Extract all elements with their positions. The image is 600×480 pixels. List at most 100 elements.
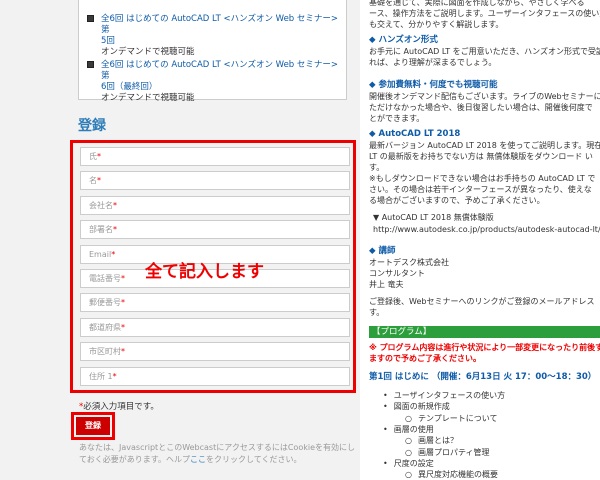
required-note-text: 必須入力項目です。 xyxy=(83,402,159,412)
session-6-title[interactable]: 全6回 はじめての AutoCAD LT <ハンズオン Web セミナー> 第 xyxy=(101,60,342,82)
fill-all-annotation: 全て記入します xyxy=(145,262,264,282)
required-marker: * xyxy=(113,225,117,235)
free-line-1: 開催後オンデマンド配信もございます。ライブのWebセミナーに xyxy=(369,92,600,101)
field-placeholder: 住所 1 xyxy=(89,371,113,381)
intro-line-3: も交えて、分かりやすく解説します。 xyxy=(369,20,504,29)
after-line-1: ご登録後、Webセミナーへのリンクがご登録のメールアドレス xyxy=(369,297,595,306)
form-field-3[interactable]: 会社名* xyxy=(80,195,350,215)
bullet-icon: • xyxy=(383,402,388,412)
cookie-note-text-a: ておく必要があります。ヘルプ xyxy=(79,455,190,464)
session-5-title-cont[interactable]: 5回 xyxy=(101,36,342,47)
program-item-text: 異尺度対応機能の概要 xyxy=(417,470,498,480)
field-placeholder: 郵便番号 xyxy=(89,298,121,308)
bullet-icon: ○ xyxy=(405,447,412,457)
bullet-icon: ○ xyxy=(405,470,412,480)
form-field-10[interactable]: 住所 1* xyxy=(80,366,350,386)
session-5-availability: オンデマンドで視聴可能 xyxy=(101,47,195,57)
form-field-2[interactable]: 名* xyxy=(80,171,350,191)
program-item-text: 画層プロパティ管理 xyxy=(417,447,490,457)
program-item: • ユーザインタフェースの使い方 xyxy=(383,390,505,401)
submit-button[interactable]: 登録 xyxy=(76,417,110,435)
bullet-icon: • xyxy=(383,391,388,400)
bullet-icon: • xyxy=(383,458,388,468)
form-field-8[interactable]: 都道府県* xyxy=(80,317,350,337)
handson-heading: ◆ ハンズオン形式 xyxy=(369,35,438,45)
program-item-text: 図面の新規作成 xyxy=(393,402,450,412)
session-item-6: 全6回 はじめての AutoCAD LT <ハンズオン Web セミナー> 第 … xyxy=(87,60,342,104)
bullet-icon: ○ xyxy=(405,436,412,446)
cookie-note-text-b: をクリックしてください。 xyxy=(205,455,302,464)
required-marker: * xyxy=(121,322,125,332)
help-link[interactable]: ここ xyxy=(190,455,206,464)
required-marker: * xyxy=(121,298,125,308)
form-field-9[interactable]: 市区町村* xyxy=(80,342,350,362)
seminar-info: 基礎を通じて、実際に図面を作成しながら、やさしく学べる ース、操作方法をご説明し… xyxy=(369,0,600,480)
program-item-text: 画層とは？ xyxy=(417,436,458,446)
program-item: ○ 画層とは？ xyxy=(405,435,458,446)
intro-line-2: ース、操作方法をご説明します。ユーザーインタフェースの使い方や用 xyxy=(369,9,600,18)
handson-line-1: お手元に AutoCAD LT をご用意いただき、ハンズオン形式で受講 xyxy=(369,47,600,56)
session-6-checkbox[interactable] xyxy=(87,61,94,68)
field-placeholder: 電話番号 xyxy=(89,274,121,283)
required-marker: * xyxy=(111,249,116,259)
program-item: • 図面の新規作成 xyxy=(383,401,450,412)
session-item-5: 全6回 はじめての AutoCAD LT <ハンズオン Web セミナー> 第 … xyxy=(87,14,342,58)
after-line-2: す。 xyxy=(369,308,385,317)
lecturer-name: 井上 竜夫 xyxy=(369,280,404,289)
required-note: *必須入力項目です。 xyxy=(79,400,159,412)
intro-line-1: 基礎を通じて、実際に図面を作成しながら、やさしく学べる xyxy=(369,0,585,7)
field-placeholder: 会社名 xyxy=(89,200,113,210)
cookie-note: あなたは、JavascriptとこのWebcastにアクセスするにはCookie… xyxy=(79,442,359,466)
field-placeholder: Email xyxy=(89,249,112,259)
registration-title: 登録 xyxy=(78,118,106,134)
program-item: ○ 画層プロパティ管理 xyxy=(405,447,490,458)
bullet-icon: • xyxy=(383,424,388,434)
lt-line-4: ※もしダウンロードできない場合はお手持ちの AutoCAD LT で xyxy=(369,174,596,183)
field-placeholder: 部署名 xyxy=(89,225,113,235)
form-field-4[interactable]: 部署名* xyxy=(80,220,350,240)
required-marker: * xyxy=(97,176,101,186)
form-field-1[interactable]: 氏* xyxy=(80,147,350,166)
program-warning-2: ますので予めご了承ください。 xyxy=(369,354,481,363)
required-marker: * xyxy=(113,200,117,210)
lt-line-5: さい。その場合は若干インターフェースが異なったり、使えな xyxy=(369,185,592,194)
session-list: 全6回 はじめての AutoCAD LT <ハンズオン Web セミナー> 第 … xyxy=(78,0,347,103)
program-item: ○ 異尺度対応機能の概要 xyxy=(405,469,498,480)
bullet-icon: ○ xyxy=(405,413,412,423)
required-marker: * xyxy=(97,152,101,161)
program-item: • 尺度の設定 xyxy=(383,458,434,469)
program-bar: 【プログラム】 xyxy=(369,326,600,338)
field-placeholder: 市区町村 xyxy=(89,347,121,357)
session-5-checkbox[interactable] xyxy=(87,15,94,22)
cookie-note-line-2: ておく必要があります。ヘルプここをクリックしてください。 xyxy=(79,454,359,466)
trial-label: ▼ AutoCAD LT 2018 無償体験版 xyxy=(373,213,494,222)
lt-heading: ◆ AutoCAD LT 2018 xyxy=(369,129,461,139)
lecturer-heading: ◆ 講師 xyxy=(369,246,396,256)
lt-line-6: る場合がございますので、予めご了承ください。 xyxy=(369,196,545,205)
lt-line-2: LT の最新版をお持ちでない方は 無償体験版をダウンロード い xyxy=(369,152,593,161)
session-6-availability: オンデマンドで視聴可能 xyxy=(101,93,195,103)
program-item-text: 画層の使用 xyxy=(393,424,434,434)
program-item-text: 尺度の設定 xyxy=(393,458,434,468)
lecturer-role: コンサルタント xyxy=(369,269,425,278)
handson-line-2: れば、より理解が深まるでしょう。 xyxy=(369,58,497,67)
lt-line-3: す。 xyxy=(369,163,385,172)
required-marker: * xyxy=(121,274,125,283)
field-placeholder: 名 xyxy=(89,176,97,186)
program-item: • 画層の使用 xyxy=(383,424,434,435)
program-warning-1: ※ プログラム内容は進行や状況により一部変更になったり前後する xyxy=(369,343,600,352)
free-line-3: とができます。 xyxy=(369,114,425,123)
program-item-text: ユーザインタフェースの使い方 xyxy=(393,391,506,400)
required-marker: * xyxy=(121,347,125,357)
cookie-note-line-1: あなたは、JavascriptとこのWebcastにアクセスするにはCookie… xyxy=(79,443,355,452)
session-6-title-cont[interactable]: 6回（最終回） xyxy=(101,82,342,93)
form-field-7[interactable]: 郵便番号* xyxy=(80,293,350,313)
free-heading: ◆ 参加費無料・何度でも視聴可能 xyxy=(369,80,498,90)
free-line-2: ただけなかった場合や、後日復習したい場合は、開催後何度で xyxy=(369,103,593,112)
session-5-title[interactable]: 全6回 はじめての AutoCAD LT <ハンズオン Web セミナー> 第 xyxy=(101,14,342,36)
program-item-text: テンプレートについて xyxy=(417,413,498,423)
field-placeholder: 都道府県 xyxy=(89,322,121,332)
session-1-heading: 第1回 はじめに （開催：6月13日 火 17：00～18：30） xyxy=(369,372,597,382)
lecturer-company: オートデスク株式会社 xyxy=(369,258,449,267)
trial-url[interactable]: http://www.autodesk.co.jp/products/autod… xyxy=(373,224,600,235)
